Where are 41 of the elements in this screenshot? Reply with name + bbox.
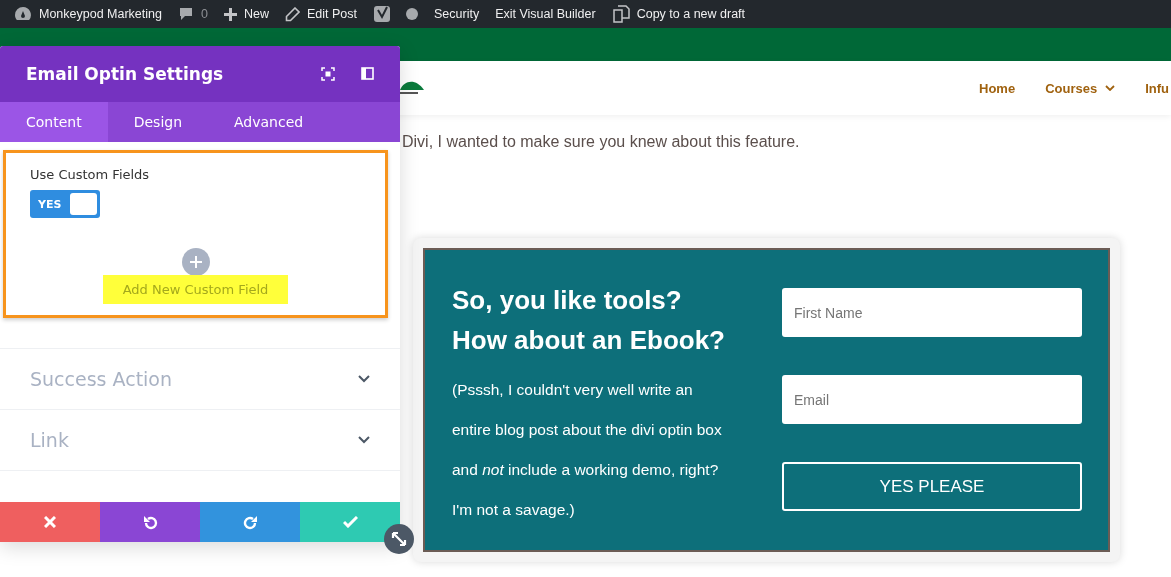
panel-tab[interactable]: Advanced — [208, 102, 330, 142]
dashboard-icon — [14, 6, 32, 22]
admin-bar-link[interactable]: Exit Visual Builder — [495, 7, 596, 21]
admin-bar-new-link[interactable]: New — [223, 7, 269, 21]
toggle-switch[interactable]: YES — [30, 190, 100, 218]
undo-icon — [142, 514, 158, 530]
chevron-icon — [358, 436, 370, 444]
resize-handle-icon[interactable] — [384, 524, 414, 554]
option-label: Use Custom Fields — [30, 167, 151, 182]
body-text: Divi, I wanted to make sure you knew about this feature. — [402, 133, 801, 151]
admin-bar-copy-link[interactable]: Copy to a new draft — [611, 5, 746, 23]
submit-button[interactable]: YES PLEASE — [782, 462, 1082, 511]
save-button[interactable] — [300, 502, 400, 542]
input-field[interactable]: Email — [782, 375, 1082, 424]
optin-description: (Psssh, I couldn't very well write an entire blog post about the divi optin box and not include a working demo, right? I'm not a savage.) — [452, 380, 723, 520]
checkmark-icon — [342, 516, 358, 528]
nav-link[interactable]: Home — [979, 80, 1016, 96]
fullscreen-icon[interactable] — [321, 67, 335, 81]
copy-icon — [611, 5, 630, 23]
nav-link[interactable]: Infu — [1145, 80, 1169, 96]
status-dot-icon — [406, 8, 418, 20]
admin-bar-comments-link[interactable]: 0 — [178, 6, 208, 22]
pencil-icon — [284, 6, 300, 22]
yoast-logo-icon — [373, 5, 391, 23]
nav-link[interactable]: Courses — [1045, 80, 1116, 96]
chevron-down-icon — [1105, 85, 1116, 91]
panel-tab[interactable]: Content — [0, 102, 108, 142]
input-field[interactable]: First Name — [782, 288, 1082, 337]
redo-icon — [242, 514, 258, 530]
speech-bubble-icon — [178, 6, 194, 22]
undo-button[interactable] — [100, 502, 200, 542]
panel-tab[interactable]: Design — [107, 102, 209, 142]
sidebar-layout-icon[interactable] — [361, 67, 374, 80]
close-icon — [44, 516, 56, 528]
plus-icon — [223, 7, 237, 21]
panel-title: Email Optin Settings — [26, 64, 224, 84]
admin-bar-link[interactable]: Security — [434, 7, 480, 21]
chevron-icon — [358, 375, 370, 383]
optin-heading: So, you like tools? How about an Ebook? — [452, 284, 726, 357]
admin-bar-site-link[interactable]: Monkeypod Marketing — [14, 6, 162, 22]
admin-bar-edit-link[interactable]: Edit Post — [284, 6, 357, 22]
